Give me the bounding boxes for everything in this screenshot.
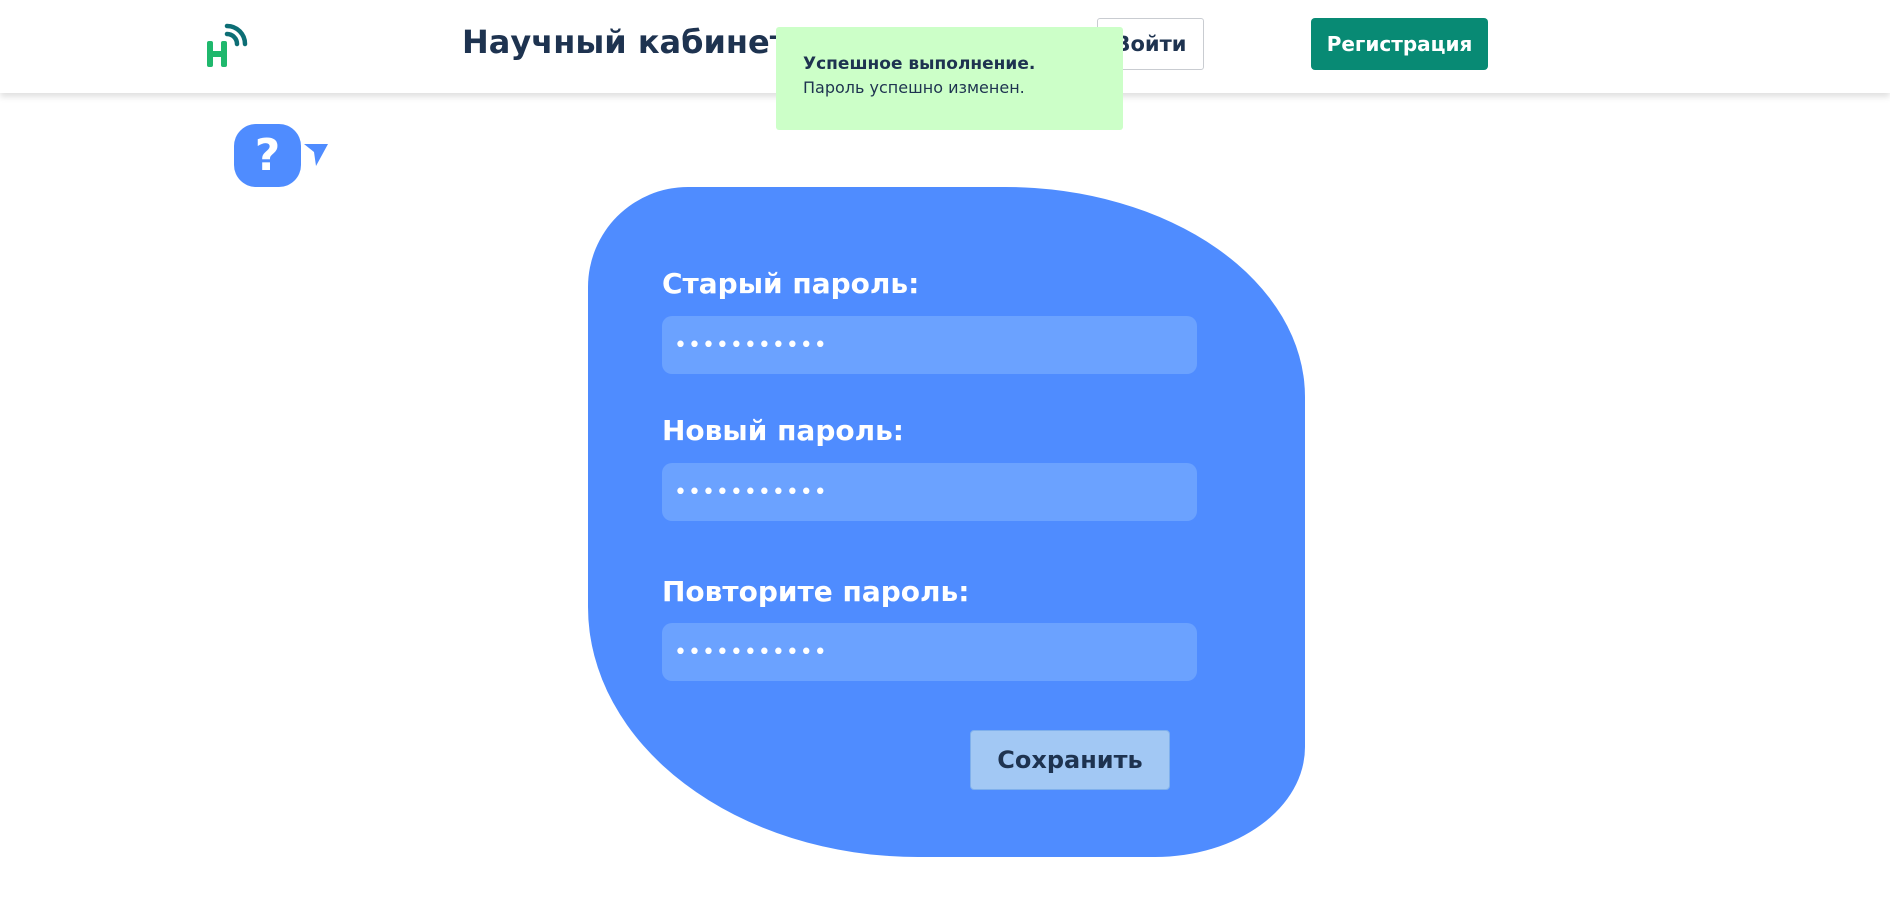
success-toast: Успешное выполнение. Пароль успешно изме… [776,27,1123,130]
register-button[interactable]: Регистрация [1311,18,1488,70]
new-password-input[interactable] [662,463,1197,521]
help-question-icon: ? [234,124,301,187]
toast-message: Пароль успешно изменен. [803,78,1025,97]
save-button[interactable]: Сохранить [970,730,1170,790]
repeat-password-label: Повторите пароль: [662,575,970,608]
chevron-down-icon [304,144,328,166]
page-title: Научный кабинет [462,23,789,61]
site-logo-icon[interactable] [205,22,253,70]
help-button[interactable]: ? [234,124,330,188]
old-password-label: Старый пароль: [662,267,920,300]
new-password-label: Новый пароль: [662,414,905,447]
toast-title: Успешное выполнение. [803,54,1036,74]
old-password-input[interactable] [662,316,1197,374]
repeat-password-input[interactable] [662,623,1197,681]
